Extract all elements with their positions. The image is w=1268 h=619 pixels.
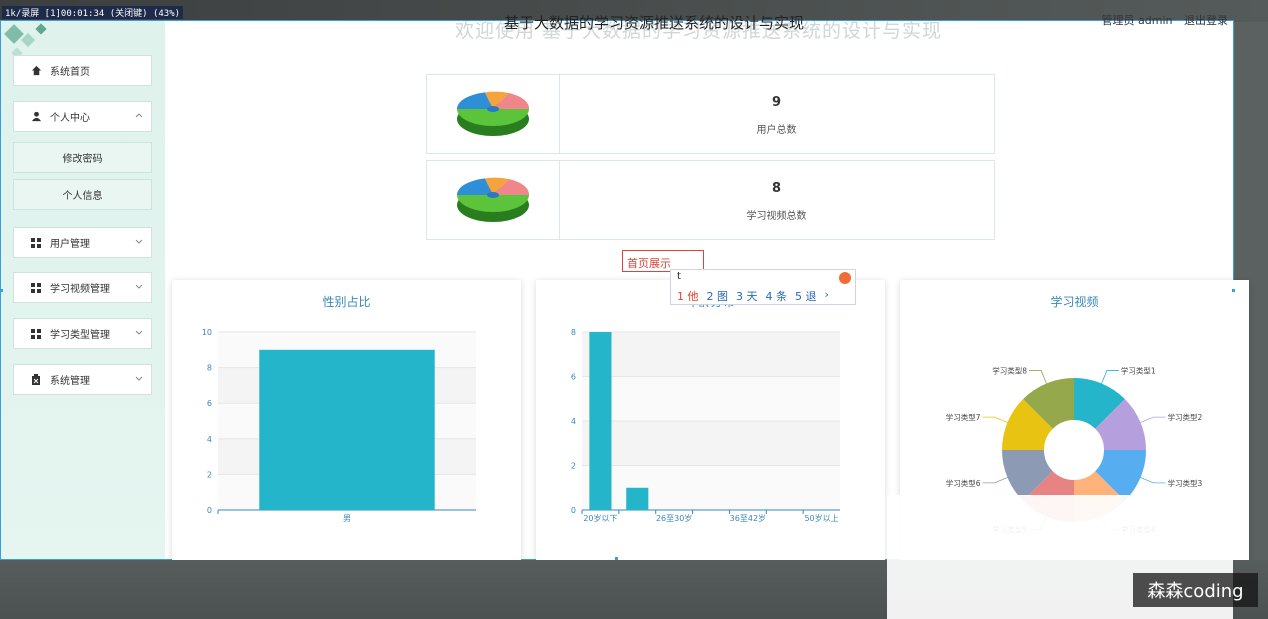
- slice-label: 学习类型8: [992, 366, 1027, 376]
- recorder-badge: 1k/录屏 [1]00:01:34 (关闭键) (43%): [2, 6, 184, 19]
- ime-candidate[interactable]: 5 退: [795, 288, 817, 304]
- sidebar-item-label: 个人信息: [62, 191, 103, 202]
- stat-label: 用户总数: [756, 125, 797, 136]
- chevron-down-icon: [135, 330, 143, 335]
- chart-title: 学习视频: [1050, 295, 1099, 309]
- slice-label: 学习类型7: [946, 412, 981, 422]
- sidebar-item-label: 学习视频管理: [50, 284, 110, 295]
- home-icon: [30, 65, 42, 77]
- resize-handle[interactable]: [0, 289, 3, 292]
- label-line: [1140, 477, 1166, 484]
- chart-title: 性别占比: [322, 295, 371, 309]
- label-line: [1140, 416, 1166, 423]
- y-tick-label: 2: [207, 470, 212, 479]
- chevron-down-icon: [135, 284, 143, 289]
- bar: [626, 487, 649, 510]
- chart-card-gender: 性别占比 0 2 4 6 8 10 男: [172, 280, 521, 570]
- grid-icon: [30, 237, 42, 249]
- sidebar-item-video-management[interactable]: 学习视频管理: [13, 272, 152, 303]
- user-label: 管理员 admin: [1101, 14, 1173, 27]
- sidebar-item-system-management[interactable]: 系统管理: [13, 364, 152, 395]
- slice-label: 学习类型2: [1167, 412, 1202, 422]
- stat-value: 9: [771, 95, 782, 110]
- ime-logo-icon: [839, 272, 851, 284]
- bar: [259, 349, 435, 510]
- label-line: [982, 416, 1008, 423]
- user-area: 管理员 admin 退出登录: [1094, 12, 1228, 28]
- y-tick-label: 0: [207, 506, 212, 515]
- sidebar-item-personal-info[interactable]: 个人信息: [13, 179, 152, 210]
- ime-candidate[interactable]: 3 天: [736, 288, 758, 304]
- sidebar-item-user-management[interactable]: 用户管理: [13, 227, 152, 258]
- x-tick-label: 20岁以下: [583, 513, 617, 523]
- page-title: 基于大数据的学习资源推送系统的设计与实现: [504, 14, 805, 32]
- y-tick-label: 10: [202, 328, 212, 337]
- resize-handle[interactable]: [1232, 289, 1235, 292]
- chevron-up-icon: [135, 113, 143, 118]
- y-tick-label: 4: [571, 417, 576, 426]
- trash-icon: [30, 374, 42, 386]
- ime-next-button[interactable]: ›: [825, 288, 829, 304]
- label-line: [982, 477, 1008, 484]
- grid-icon: [30, 328, 42, 340]
- sidebar-item-label: 系统首页: [50, 67, 90, 78]
- slice-label: 学习类型6: [946, 478, 981, 488]
- label-line: [1101, 370, 1119, 384]
- watermark: 森森coding: [1133, 573, 1258, 607]
- sidebar-item-personal-center[interactable]: 个人中心: [13, 101, 152, 132]
- slice-label: 学习类型1: [1121, 366, 1156, 376]
- y-tick-label: 8: [571, 328, 576, 337]
- age-bar-chart: 0 2 4 6 8 20岁以下 26至30岁 36至42岁 50岁以上: [571, 328, 840, 523]
- sidebar-item-change-password[interactable]: 修改密码: [13, 142, 152, 173]
- x-tick-label: 36至42岁: [730, 513, 766, 523]
- sidebar-item-label: 个人中心: [50, 113, 90, 124]
- slice-label: 学习类型3: [1167, 478, 1202, 488]
- y-tick-label: 2: [571, 462, 576, 471]
- ime-candidate-window[interactable]: t 1 他 2 图 3 天 4 条 5 退 ›: [670, 269, 856, 305]
- pie-graphic-icon: [427, 161, 560, 239]
- user-icon: [30, 111, 42, 123]
- stat-label: 学习视频总数: [746, 211, 807, 222]
- grid-band: [582, 332, 840, 377]
- stat-card-users: 9 用户总数: [426, 74, 995, 154]
- ime-composition: t: [677, 271, 681, 282]
- stat-card-videos: 8 学习视频总数: [426, 160, 995, 240]
- y-tick-label: 6: [207, 399, 212, 408]
- ime-candidate[interactable]: 2 图: [707, 288, 729, 304]
- chart-card-age: 年龄分布 0246820岁以下26至30岁36至42岁50岁以上: [536, 280, 885, 570]
- ime-candidate[interactable]: 4 条: [766, 288, 788, 304]
- y-tick-label: 8: [207, 364, 212, 373]
- y-tick-label: 6: [571, 373, 576, 382]
- ime-candidates: 1 他 2 图 3 天 4 条 5 退 ›: [677, 288, 829, 304]
- sidebar-item-label: 学习类型管理: [50, 330, 110, 341]
- y-tick-label: 0: [571, 506, 576, 515]
- grid-band: [582, 421, 840, 466]
- grid-band: [582, 465, 840, 510]
- x-tick-label: 50岁以上: [804, 513, 838, 523]
- grid-band: [582, 376, 840, 421]
- sidebar-item-label: 修改密码: [62, 154, 103, 165]
- gender-bar-chart: 0 2 4 6 8 10 男: [202, 328, 476, 523]
- chevron-down-icon: [135, 239, 143, 244]
- bar: [589, 332, 612, 510]
- sidebar-item-label: 系统管理: [50, 376, 90, 387]
- logout-link[interactable]: 退出登录: [1184, 14, 1228, 27]
- x-tick-label: 男: [343, 514, 351, 523]
- chevron-down-icon: [135, 376, 143, 381]
- label-line: [1029, 370, 1047, 384]
- y-tick-label: 4: [207, 435, 212, 444]
- stat-value: 8: [771, 181, 782, 196]
- grid-icon: [30, 282, 42, 294]
- resize-handle[interactable]: [615, 557, 618, 560]
- sidebar-item-type-management[interactable]: 学习类型管理: [13, 318, 152, 349]
- pie-graphic-icon: [427, 75, 560, 153]
- sidebar-item-home[interactable]: 系统首页: [13, 55, 152, 86]
- ime-candidate[interactable]: 1 他: [677, 288, 699, 304]
- sidebar-item-label: 用户管理: [50, 239, 90, 250]
- x-tick-label: 26至30岁: [656, 513, 692, 523]
